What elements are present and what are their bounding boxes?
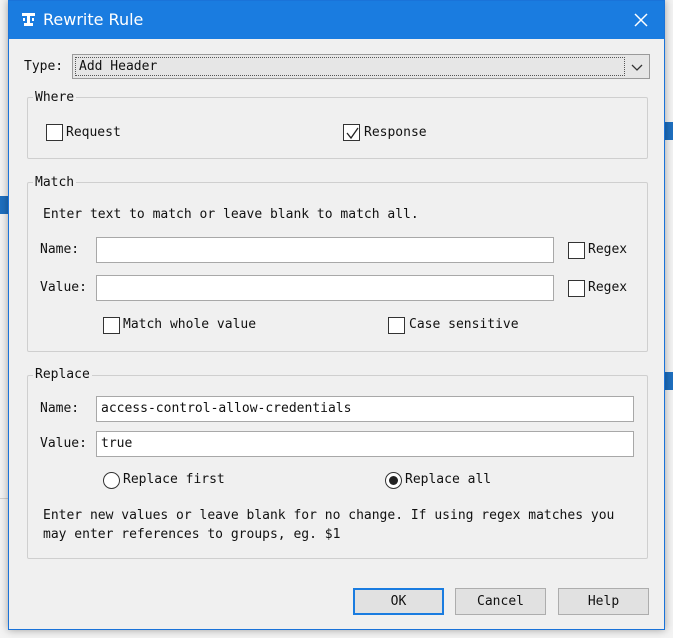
replace-hint-line-2: may enter references to groups, eg. $1 <box>43 527 341 542</box>
rewrite-rule-dialog: Rewrite Rule Type: Add Header Where Requ… <box>8 0 665 630</box>
close-button[interactable] <box>624 3 658 37</box>
dialog-title: Rewrite Rule <box>43 10 144 29</box>
background-selection-right <box>665 122 673 140</box>
background-divider <box>0 498 8 499</box>
replace-first-radio[interactable] <box>103 472 120 489</box>
replace-all-radio[interactable] <box>385 472 402 489</box>
background-selection <box>0 196 8 214</box>
radio-selected-dot <box>389 476 398 485</box>
match-value-input[interactable] <box>96 275 554 301</box>
response-label: Response <box>364 125 427 140</box>
chevron-down-icon <box>629 59 645 75</box>
background-selection-right-2 <box>665 372 673 390</box>
type-dropdown-value: Add Header <box>75 57 625 76</box>
checkmark-icon <box>346 127 359 140</box>
match-value-regex-checkbox[interactable] <box>568 280 585 297</box>
case-sensitive-checkbox[interactable] <box>388 317 405 334</box>
app-icon <box>21 12 36 27</box>
type-dropdown[interactable]: Add Header <box>72 54 650 79</box>
match-value-regex-label: Regex <box>588 280 628 295</box>
match-whole-value-label: Match whole value <box>123 317 257 332</box>
ok-button[interactable]: OK <box>353 588 444 615</box>
request-checkbox[interactable] <box>46 124 63 141</box>
match-whole-value-checkbox[interactable] <box>103 317 120 334</box>
replace-all-label: Replace all <box>405 472 492 487</box>
match-name-label: Name: <box>40 242 80 257</box>
replace-name-label: Name: <box>40 401 80 416</box>
replace-value-label: Value: <box>40 436 87 451</box>
replace-hint-line-1: Enter new values or leave blank for no c… <box>43 508 615 523</box>
match-hint: Enter text to match or leave blank to ma… <box>43 207 419 222</box>
replace-value-input[interactable]: true <box>96 431 634 457</box>
match-name-regex-label: Regex <box>588 242 628 257</box>
match-name-input[interactable] <box>96 237 554 263</box>
response-checkbox[interactable] <box>343 124 360 141</box>
close-icon <box>634 13 648 27</box>
match-value-label: Value: <box>40 280 87 295</box>
case-sensitive-label: Case sensitive <box>409 317 519 332</box>
replace-name-input[interactable]: access-control-allow-credentials <box>96 396 634 422</box>
help-button[interactable]: Help <box>558 588 649 615</box>
title-bar[interactable]: Rewrite Rule <box>9 1 664 39</box>
replace-first-label: Replace first <box>123 472 225 487</box>
type-label: Type: <box>24 59 64 74</box>
request-label: Request <box>66 125 121 140</box>
cancel-button[interactable]: Cancel <box>455 588 546 615</box>
match-group-title: Match <box>33 175 77 190</box>
match-name-regex-checkbox[interactable] <box>568 242 585 259</box>
where-group-title: Where <box>33 90 77 105</box>
replace-group-title: Replace <box>33 367 92 382</box>
